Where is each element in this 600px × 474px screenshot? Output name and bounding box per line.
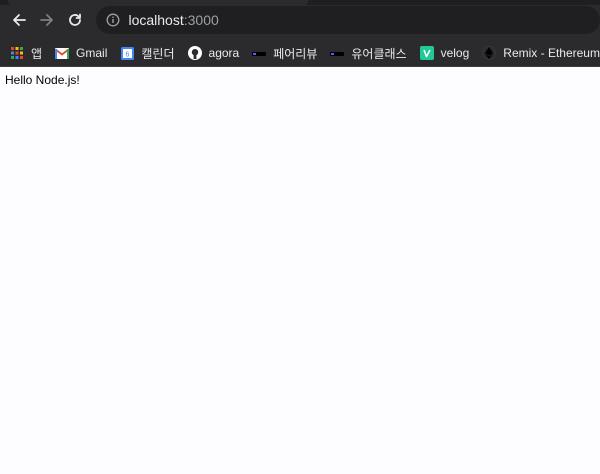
page-content: Hello Node.js! (0, 67, 600, 474)
velog-icon (419, 46, 434, 60)
bookmark-label: 캘린더 (141, 46, 175, 61)
bookmark-label: Remix - Ethereum... (503, 46, 600, 60)
bookmark-label: 유어클래스 (351, 46, 407, 61)
bookmark-gmail[interactable]: Gmail (55, 46, 107, 60)
bookmark-calendar[interactable]: 6 캘린더 (120, 45, 175, 62)
bookmark-label: 앱 (31, 46, 43, 61)
browser-toolbar: localhost:3000 (0, 0, 600, 40)
back-button[interactable] (6, 7, 31, 33)
bookmark-label: velog (440, 46, 470, 60)
bookmark-urclass[interactable]: 유어클래스 (330, 45, 407, 62)
github-icon (187, 46, 202, 60)
bookmark-label: 페어리뷰 (273, 46, 318, 61)
calendar-icon: 6 (120, 46, 134, 60)
url-host: localhost (128, 12, 184, 28)
address-bar[interactable]: localhost:3000 (96, 6, 600, 34)
svg-text:6: 6 (125, 51, 129, 58)
active-tab[interactable] (8, 0, 308, 5)
gmail-icon (55, 46, 70, 60)
arrow-right-icon (39, 14, 53, 26)
bookmark-label: Gmail (76, 46, 108, 60)
browser-window: localhost:3000 앱 Gmail 6 캘린더 agora 페어리뷰… (0, 0, 600, 474)
bookmark-label: agora (208, 46, 240, 60)
site-info-icon[interactable] (106, 13, 120, 27)
bookmark-velog[interactable]: velog (419, 46, 470, 60)
codestates-icon (330, 46, 345, 60)
bookmarks-bar: 앱 Gmail 6 캘린더 agora 페어리뷰 유어클래스 velog Rem… (0, 40, 600, 67)
arrow-left-icon (12, 14, 26, 26)
codestates-icon (252, 46, 267, 60)
tab-strip (0, 0, 600, 5)
bookmark-agora[interactable]: agora (187, 46, 240, 60)
url-port: :3000 (183, 12, 219, 28)
reload-icon (69, 13, 81, 26)
apps-grid-icon (10, 46, 24, 60)
reload-button[interactable] (62, 7, 87, 33)
ethereum-icon (482, 46, 497, 60)
bookmark-pair-review[interactable]: 페어리뷰 (252, 45, 317, 62)
bookmark-remix[interactable]: Remix - Ethereum... (482, 46, 600, 60)
forward-button[interactable] (34, 7, 59, 33)
bookmark-apps[interactable]: 앱 (10, 45, 42, 62)
page-body-text: Hello Node.js! (5, 73, 80, 87)
